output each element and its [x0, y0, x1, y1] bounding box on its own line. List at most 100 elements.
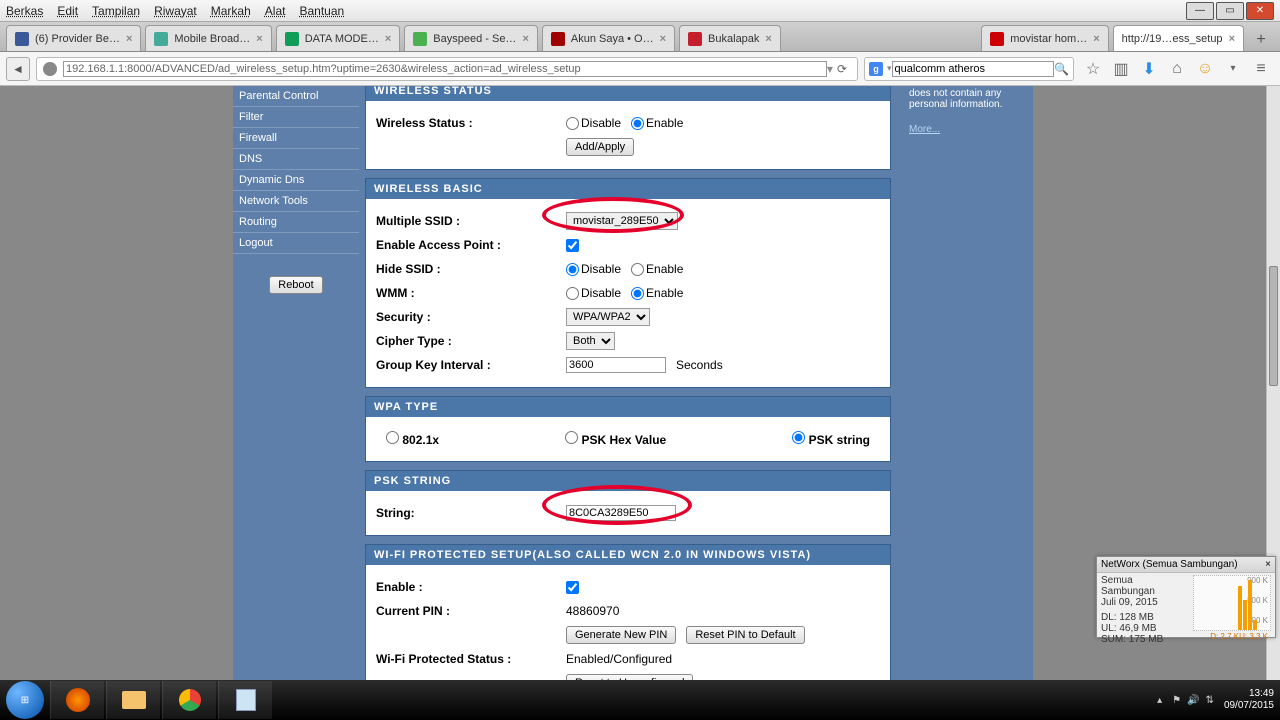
tab-sheets[interactable]: DATA MODE…× [276, 25, 401, 51]
tab-olx[interactable]: Akun Saya • O… × [542, 25, 675, 51]
close-icon[interactable]: × [126, 33, 132, 45]
generate-pin-button[interactable]: Generate New PIN [566, 626, 676, 644]
start-button[interactable]: ⊞ [6, 681, 44, 719]
network-icon[interactable]: ⇅ [1206, 695, 1214, 706]
taskbar-explorer[interactable] [106, 681, 160, 719]
networx-footer: D: 2,7 KU: 3,3 K [1210, 632, 1268, 641]
clock-time: 13:49 [1224, 688, 1274, 700]
sidebar-item-dyndns[interactable]: Dynamic Dns [233, 170, 359, 191]
menu-bantuan[interactable]: Bantuan [299, 4, 344, 18]
search-box[interactable]: g ▾ 🔍 [864, 57, 1074, 81]
wps-enable-label: Enable : [376, 580, 566, 594]
search-icon[interactable]: 🔍 [1054, 62, 1069, 76]
wps-enable-checkbox[interactable] [566, 581, 579, 594]
tab-bukalapak[interactable]: Bukalapak× [679, 25, 781, 51]
hide-disable-radio[interactable]: Disable [566, 262, 621, 276]
scrollbar-thumb[interactable] [1269, 266, 1278, 386]
hide-enable-radio[interactable]: Enable [631, 262, 683, 276]
sidebar-item-firewall[interactable]: Firewall [233, 128, 359, 149]
panel-psk-string: PSK STRING String: [365, 470, 891, 536]
panel-wireless-basic: WIRELESS BASIC Multiple SSID : movistar_… [365, 178, 891, 388]
tab-router-active[interactable]: http://19…ess_setup× [1113, 25, 1244, 51]
youtube-icon [990, 32, 1004, 46]
menu-edit[interactable]: Edit [57, 4, 78, 18]
tab-kaskus[interactable]: Mobile Broad…× [145, 25, 271, 51]
close-icon[interactable]: × [660, 33, 666, 45]
reset-unconfig-button[interactable]: Reset to Unconfigured [566, 674, 693, 680]
sidebar-item-nettools[interactable]: Network Tools [233, 191, 359, 212]
menu-tampilan[interactable]: Tampilan [92, 4, 140, 18]
cipher-label: Cipher Type : [376, 334, 566, 348]
gki-input[interactable] [566, 357, 666, 373]
library-icon[interactable]: ▥ [1112, 60, 1130, 78]
tab-facebook[interactable]: (6) Provider Be…× [6, 25, 141, 51]
chevron-down-icon[interactable]: ▾ [1224, 60, 1242, 78]
networx-widget[interactable]: NetWorx (Semua Sambungan)× Semua Sambung… [1096, 556, 1276, 638]
status-apply-button[interactable]: Add/Apply [566, 138, 634, 156]
close-icon[interactable]: × [385, 33, 391, 45]
tray-more-icon[interactable]: ▴ [1157, 695, 1162, 706]
sidebar-item-logout[interactable]: Logout [233, 233, 359, 254]
sidebar-item-filter[interactable]: Filter [233, 107, 359, 128]
menu-markah[interactable]: Markah [211, 4, 251, 18]
download-icon[interactable]: ⬇ [1140, 60, 1158, 78]
cipher-select[interactable]: Both [566, 332, 615, 350]
close-icon[interactable]: × [1093, 33, 1099, 45]
hamburger-menu-icon[interactable]: ≡ [1252, 60, 1270, 78]
smiley-icon[interactable]: ☺ [1196, 60, 1214, 78]
minimize-button[interactable]: — [1186, 2, 1214, 20]
menu-alat[interactable]: Alat [265, 4, 286, 18]
taskbar-notes[interactable] [218, 681, 272, 719]
taskbar-chrome[interactable] [162, 681, 216, 719]
wmm-disable-radio[interactable]: Disable [566, 286, 621, 300]
tab-youtube[interactable]: movistar hom…× [981, 25, 1108, 51]
wpa-psk-radio[interactable]: PSK string [792, 431, 870, 447]
menu-riwayat[interactable]: Riwayat [154, 4, 197, 18]
bookmark-star-icon[interactable]: ☆ [1084, 60, 1102, 78]
maximize-button[interactable]: ▭ [1216, 2, 1244, 20]
tab-bayspeed[interactable]: Bayspeed - Se…× [404, 25, 538, 51]
ap-checkbox[interactable] [566, 239, 579, 252]
clock[interactable]: 13:49 09/07/2015 [1224, 688, 1274, 712]
status-enable-radio[interactable]: Enable [631, 116, 683, 130]
wps-pin-value: 48860970 [566, 604, 619, 618]
new-tab-button[interactable]: + [1248, 29, 1274, 51]
menu-items[interactable]: Berkas Edit Tampilan Riwayat Markah Alat… [6, 4, 344, 18]
wmm-enable-radio[interactable]: Enable [631, 286, 683, 300]
wpa-hex-radio[interactable]: PSK Hex Value [565, 431, 666, 447]
taskbar-firefox[interactable] [50, 681, 104, 719]
wps-pin-label: Current PIN : [376, 604, 566, 618]
psk-input[interactable] [566, 505, 676, 521]
menu-berkas[interactable]: Berkas [6, 4, 43, 18]
sidebar-item-dns[interactable]: DNS [233, 149, 359, 170]
networx-close-icon[interactable]: × [1265, 559, 1271, 570]
gki-label: Group Key Interval : [376, 358, 566, 372]
volume-icon[interactable]: 🔊 [1187, 695, 1199, 706]
flag-icon[interactable]: ⚑ [1172, 695, 1181, 706]
sidebar-nav: Parental Control Filter Firewall DNS Dyn… [233, 86, 359, 294]
search-input[interactable] [892, 61, 1055, 77]
close-icon[interactable]: × [522, 33, 528, 45]
security-label: Security : [376, 310, 566, 324]
toolbar-icons: ☆ ▥ ⬇ ⌂ ☺ ▾ ≡ [1080, 60, 1274, 78]
tab-label: Akun Saya • O… [571, 33, 654, 45]
home-icon[interactable]: ⌂ [1168, 60, 1186, 78]
reboot-button[interactable]: Reboot [269, 276, 322, 294]
window-controls: — ▭ ✕ [1184, 2, 1274, 20]
windows-icon: ⊞ [21, 695, 29, 706]
close-icon[interactable]: × [1229, 33, 1235, 45]
reset-pin-button[interactable]: Reset PIN to Default [686, 626, 804, 644]
status-disable-radio[interactable]: Disable [566, 116, 621, 130]
ssid-select[interactable]: movistar_289E50 [566, 212, 678, 230]
sidebar-item-parental[interactable]: Parental Control [233, 86, 359, 107]
close-icon[interactable]: × [256, 33, 262, 45]
close-button[interactable]: ✕ [1246, 2, 1274, 20]
wpa-8021x-radio[interactable]: 802.1x [386, 431, 439, 447]
address-bar[interactable]: ▾ ⟳ [36, 57, 858, 81]
url-input[interactable] [63, 61, 827, 77]
back-button[interactable]: ◄ [6, 57, 30, 81]
reload-button[interactable]: ⟳ [833, 62, 851, 76]
close-icon[interactable]: × [765, 33, 771, 45]
sidebar-item-routing[interactable]: Routing [233, 212, 359, 233]
security-select[interactable]: WPA/WPA2 [566, 308, 650, 326]
